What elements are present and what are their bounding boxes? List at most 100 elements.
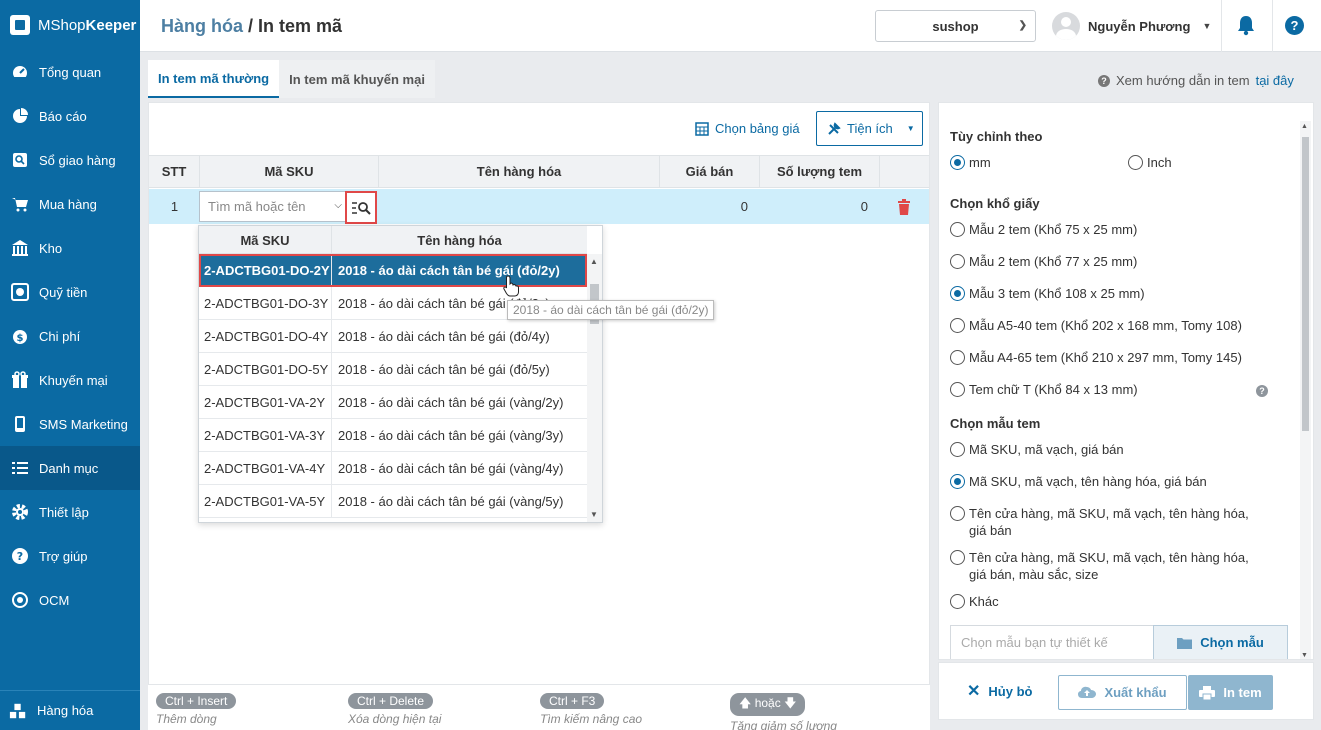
- scroll-down-icon[interactable]: ▼: [590, 510, 598, 519]
- sidebar: MShopKeeper Tổng quan Báo cáo Sổ giao hà…: [0, 0, 140, 730]
- dropdown-header: Mã SKU Tên hàng hóa: [199, 226, 587, 254]
- store-select[interactable]: sushop ❯: [875, 10, 1036, 42]
- radio-unchecked-icon: [950, 442, 965, 457]
- radio-paper[interactable]: Mẫu A4-65 tem (Khổ 210 x 297 mm, Tomy 14…: [950, 349, 1242, 366]
- advanced-search-button[interactable]: [345, 191, 377, 224]
- dropdown-item-sku: 2-ADCTBG01-DO-3Y: [199, 287, 332, 319]
- custom-template-input[interactable]: Chọn mẫu bạn tự thiết kế: [950, 625, 1154, 659]
- help-icon[interactable]: ?: [1285, 16, 1304, 35]
- shortcut-desc: Xóa dòng hiện tại: [348, 712, 442, 726]
- settings-scrollbar[interactable]: ▲ ▼: [1300, 121, 1311, 659]
- radio-paper[interactable]: Mẫu 2 tem (Khổ 75 x 25 mm): [950, 221, 1137, 238]
- row-quantity[interactable]: 0: [760, 189, 880, 224]
- export-button[interactable]: Xuất khẩu: [1058, 675, 1187, 710]
- sidebar-item-so-giao-hang[interactable]: Sổ giao hàng: [0, 138, 140, 182]
- radio-paper[interactable]: Mẫu A5-40 tem (Khổ 202 x 168 mm, Tomy 10…: [950, 317, 1242, 334]
- dropdown-item-sku: 2-ADCTBG01-VA-3Y: [199, 419, 332, 451]
- radio-label: Tem chữ T (Khổ 84 x 13 mm): [969, 382, 1138, 397]
- choose-template-label: Chọn mẫu: [1200, 635, 1264, 650]
- dropdown-item[interactable]: 2-ADCTBG01-DO-5Y 2018 - áo dài cách tân b…: [199, 353, 587, 386]
- sidebar-item-thiet-lap[interactable]: Thiết lập: [0, 490, 140, 534]
- scroll-down-icon[interactable]: ▼: [1301, 652, 1308, 659]
- sidebar-item-hang-hoa[interactable]: Hàng hóa: [0, 690, 140, 730]
- choose-template-button[interactable]: Chọn mẫu: [1153, 625, 1288, 659]
- sku-search-placeholder: Tìm mã hoặc tên: [208, 199, 306, 214]
- dropdown-item-sku: 2-ADCTBG01-DO-4Y: [199, 320, 332, 352]
- radio-unit-mm[interactable]: mm: [950, 154, 991, 171]
- cart-icon: [11, 195, 29, 213]
- radio-template[interactable]: Khác: [950, 593, 999, 610]
- dropdown-col-sku: Mã SKU: [199, 226, 332, 254]
- logo-mark-icon: [10, 15, 30, 35]
- radio-template[interactable]: Mã SKU, mã vạch, giá bán: [950, 441, 1124, 458]
- sidebar-item-danh-muc[interactable]: Danh mục: [0, 446, 140, 490]
- tab-in-tem-ma-khuyen-mai[interactable]: In tem mã khuyến mại: [279, 60, 435, 98]
- radio-label: Mẫu A4-65 tem (Khổ 210 x 297 mm, Tomy 14…: [969, 350, 1242, 365]
- print-tabs: In tem mã thường In tem mã khuyến mại: [148, 60, 435, 98]
- sidebar-item-ocm[interactable]: OCM: [0, 578, 140, 622]
- radio-paper[interactable]: Tem chữ T (Khổ 84 x 13 mm): [950, 381, 1138, 398]
- radio-template[interactable]: Tên cửa hàng, mã SKU, mã vạch, tên hàng …: [950, 505, 1250, 539]
- app-logo[interactable]: MShopKeeper: [0, 0, 140, 50]
- expense-icon: $: [11, 327, 29, 345]
- sidebar-item-label: Chi phí: [39, 328, 81, 344]
- sku-search-input[interactable]: Tìm mã hoặc tên ⌵: [199, 191, 349, 222]
- notification-bell-icon[interactable]: [1236, 14, 1256, 36]
- sidebar-item-quy-tien[interactable]: Quỹ tiền: [0, 270, 140, 314]
- dropdown-item[interactable]: 2-ADCTBG01-VA-5Y 2018 - áo dài cách tân b…: [199, 485, 587, 518]
- warehouse-icon: [11, 239, 29, 257]
- delete-row-icon[interactable]: [897, 199, 911, 215]
- radio-checked-icon: [950, 474, 965, 489]
- sidebar-item-tong-quan[interactable]: Tổng quan: [0, 50, 140, 94]
- radio-template[interactable]: Mã SKU, mã vạch, tên hàng hóa, giá bán: [950, 473, 1207, 490]
- products-icon: [9, 702, 27, 720]
- chevron-down-icon: ❯: [1018, 20, 1027, 31]
- sidebar-item-label: Danh mục: [39, 460, 99, 476]
- question-icon[interactable]: ?: [1256, 385, 1268, 397]
- utility-dropdown-button[interactable]: Tiện ích ▼: [816, 111, 923, 146]
- sidebar-item-chi-phi[interactable]: $ Chi phí: [0, 314, 140, 358]
- page-title-text: In tem mã: [258, 16, 343, 36]
- radio-label: Tên cửa hàng, mã SKU, mã vạch, tên hàng …: [969, 506, 1249, 538]
- sidebar-item-tro-giup[interactable]: ? Trợ giúp: [0, 534, 140, 578]
- choose-price-table-button[interactable]: Chọn bảng giá: [695, 121, 800, 136]
- dropdown-item[interactable]: 2-ADCTBG01-DO-2Y 2018 - áo dài cách tân b…: [199, 254, 587, 287]
- sidebar-item-khuyen-mai[interactable]: Khuyến mại: [0, 358, 140, 402]
- radio-unchecked-icon: [1128, 155, 1143, 170]
- gear-icon: [11, 503, 29, 521]
- sidebar-item-sms-marketing[interactable]: SMS Marketing: [0, 402, 140, 446]
- scrollbar-thumb[interactable]: [1302, 137, 1309, 431]
- sidebar-item-bao-cao[interactable]: Báo cáo: [0, 94, 140, 138]
- tab-in-tem-ma-thuong[interactable]: In tem mã thường: [148, 60, 280, 98]
- row-price[interactable]: 0: [660, 189, 760, 224]
- radio-label: Mẫu 2 tem (Khổ 77 x 25 mm): [969, 254, 1138, 269]
- shortcut-delete-row: Ctrl + Delete Xóa dòng hiện tại: [348, 693, 441, 726]
- dropdown-scrollbar[interactable]: ▲ ▼: [587, 254, 602, 522]
- sidebar-item-mua-hang[interactable]: Mua hàng: [0, 182, 140, 226]
- question-icon: ?: [1098, 74, 1110, 87]
- radio-template[interactable]: Tên cửa hàng, mã SKU, mã vạch, tên hàng …: [950, 549, 1250, 583]
- radio-unit-inch[interactable]: Inch: [1128, 154, 1172, 171]
- print-button[interactable]: In tem: [1188, 675, 1273, 710]
- radio-label: Mã SKU, mã vạch, giá bán: [969, 442, 1124, 457]
- dropdown-item[interactable]: 2-ADCTBG01-VA-2Y 2018 - áo dài cách tân b…: [199, 386, 587, 419]
- dropdown-item-sku: 2-ADCTBG01-DO-5Y: [199, 353, 332, 385]
- radio-paper[interactable]: Mẫu 2 tem (Khổ 77 x 25 mm): [950, 253, 1137, 270]
- sidebar-item-label: Thiết lập: [39, 504, 89, 520]
- radio-unchecked-icon: [950, 382, 965, 397]
- scroll-up-icon[interactable]: ▲: [590, 257, 598, 266]
- cancel-button[interactable]: ✕ Hủy bỏ: [967, 681, 1032, 701]
- user-menu[interactable]: Nguyễn Phương ▼: [1052, 12, 1211, 40]
- dropdown-item[interactable]: 2-ADCTBG01-VA-3Y 2018 - áo dài cách tân b…: [199, 419, 587, 452]
- radio-label: Khác: [969, 594, 999, 609]
- guide-link[interactable]: tại đây: [1256, 73, 1294, 88]
- breadcrumb-link[interactable]: Hàng hóa: [161, 16, 243, 36]
- radio-paper[interactable]: Mẫu 3 tem (Khổ 108 x 25 mm): [950, 285, 1145, 302]
- dropdown-item[interactable]: 2-ADCTBG01-DO-4Y 2018 - áo dài cách tân b…: [199, 320, 587, 353]
- sidebar-item-kho[interactable]: Kho: [0, 226, 140, 270]
- dropdown-item[interactable]: 2-ADCTBG01-VA-4Y 2018 - áo dài cách tân b…: [199, 452, 587, 485]
- print-settings-panel: Tùy chỉnh theo mm Inch Chọn khổ giấy Mẫu…: [938, 102, 1314, 660]
- scroll-up-icon[interactable]: ▲: [1301, 123, 1308, 130]
- shortcut-desc: Tìm kiếm nâng cao: [540, 712, 643, 726]
- tools-icon: [828, 121, 841, 135]
